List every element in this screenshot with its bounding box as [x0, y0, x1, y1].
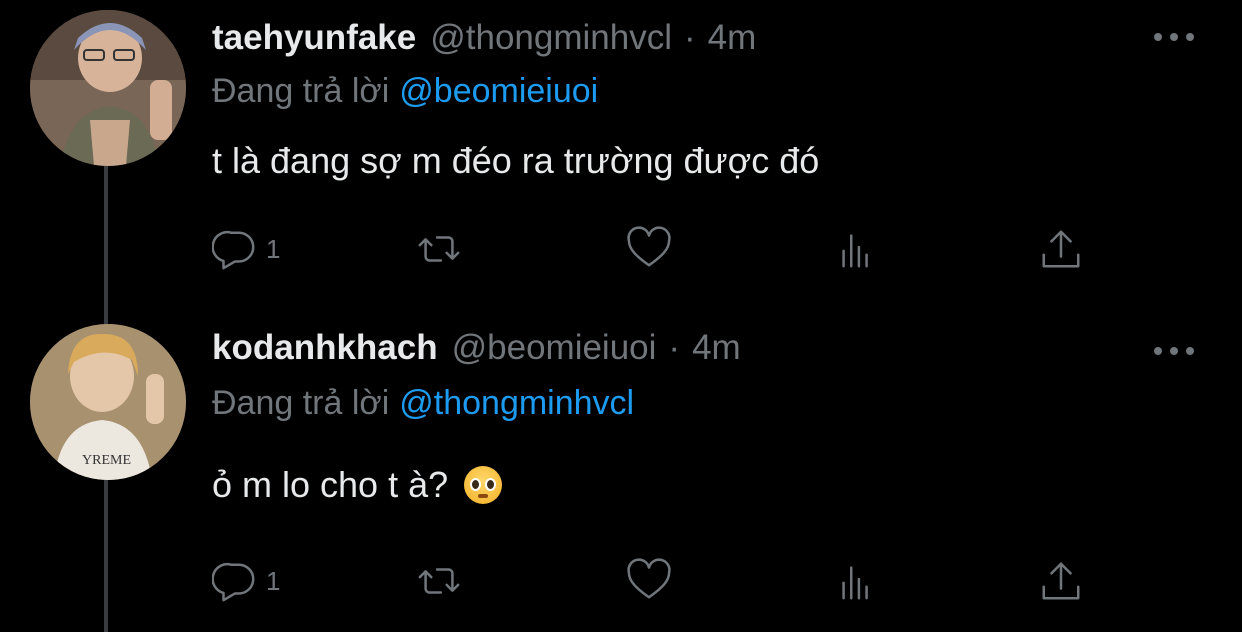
emoji-eye	[470, 478, 482, 491]
tweet-text-content: t là đang sợ m đéo ra trường được đó	[212, 140, 820, 181]
tweet-text: t là đang sợ m đéo ra trường được đó	[212, 140, 819, 182]
retweet-button[interactable]	[416, 556, 462, 606]
avatar-image	[30, 10, 186, 166]
separator-dot: ·	[684, 18, 696, 57]
reply-count: 1	[266, 233, 281, 264]
tweet-actions: 1	[212, 224, 1092, 274]
timestamp[interactable]: 4m	[692, 328, 741, 368]
more-dot	[1170, 347, 1178, 355]
reply-button[interactable]: 1	[212, 556, 280, 606]
share-icon	[1042, 230, 1080, 268]
tweet-header: taehyunfake @thongminhvcl · 4m	[212, 18, 756, 62]
user-handle[interactable]: @beomieiuoi	[452, 328, 657, 368]
more-dot	[1154, 33, 1162, 41]
tweet[interactable]: YREME kodanhkhach @beomieiuoi · 4m Đang …	[0, 312, 1242, 632]
retweet-icon	[418, 568, 460, 594]
more-dot	[1186, 33, 1194, 41]
avatar[interactable]	[30, 10, 186, 166]
reply-prefix: Đang trả lời	[212, 384, 390, 422]
reply-mention-link[interactable]: @beomieiuoi	[399, 72, 598, 110]
separator-dot: ·	[668, 328, 681, 367]
display-name[interactable]: kodanhkhach	[212, 328, 438, 368]
retweet-button[interactable]	[416, 224, 462, 274]
user-handle[interactable]: @thongminhvcl	[430, 18, 672, 58]
reply-button[interactable]: 1	[212, 224, 280, 274]
svg-text:YREME: YREME	[82, 453, 131, 468]
tweet-text: ỏ m lo cho t à?	[212, 464, 503, 506]
more-icon[interactable]	[1154, 30, 1194, 44]
views-icon	[842, 566, 868, 600]
share-button[interactable]	[1038, 224, 1084, 274]
tweet-text-content: ỏ m lo cho t à?	[212, 464, 449, 505]
views-button[interactable]	[834, 224, 880, 274]
more-dot	[1154, 347, 1162, 355]
tweet[interactable]: taehyunfake @thongminhvcl · 4m Đang trả …	[0, 0, 1242, 312]
heart-icon	[627, 226, 671, 267]
reply-icon	[212, 230, 255, 270]
more-dot	[1186, 347, 1194, 355]
like-button[interactable]	[626, 224, 672, 274]
reply-context: Đang trả lời @thongminhvcl	[212, 384, 634, 423]
like-button[interactable]	[626, 556, 672, 606]
display-name[interactable]: taehyunfake	[212, 18, 416, 58]
reply-prefix: Đang trả lời	[212, 72, 390, 110]
reply-mention-link[interactable]: @thongminhvcl	[399, 384, 634, 422]
more-icon[interactable]	[1154, 344, 1194, 358]
retweet-icon	[418, 236, 460, 262]
reply-icon	[212, 562, 255, 602]
share-icon	[1042, 562, 1080, 600]
tweet-header: kodanhkhach @beomieiuoi · 4m	[212, 328, 741, 372]
share-button[interactable]	[1038, 556, 1084, 606]
avatar[interactable]: YREME	[30, 324, 186, 480]
tweet-actions: 1	[212, 556, 1092, 606]
views-button[interactable]	[834, 556, 880, 606]
more-dot	[1170, 33, 1178, 41]
emoji-eye	[485, 478, 497, 491]
pleading-face-emoji	[464, 466, 503, 504]
avatar-image: YREME	[30, 324, 186, 480]
reply-context: Đang trả lời @beomieiuoi	[212, 72, 598, 111]
heart-icon	[627, 558, 671, 599]
emoji-mouth	[478, 494, 489, 498]
views-icon	[842, 234, 868, 268]
timestamp[interactable]: 4m	[708, 18, 757, 58]
reply-count: 1	[266, 565, 281, 596]
